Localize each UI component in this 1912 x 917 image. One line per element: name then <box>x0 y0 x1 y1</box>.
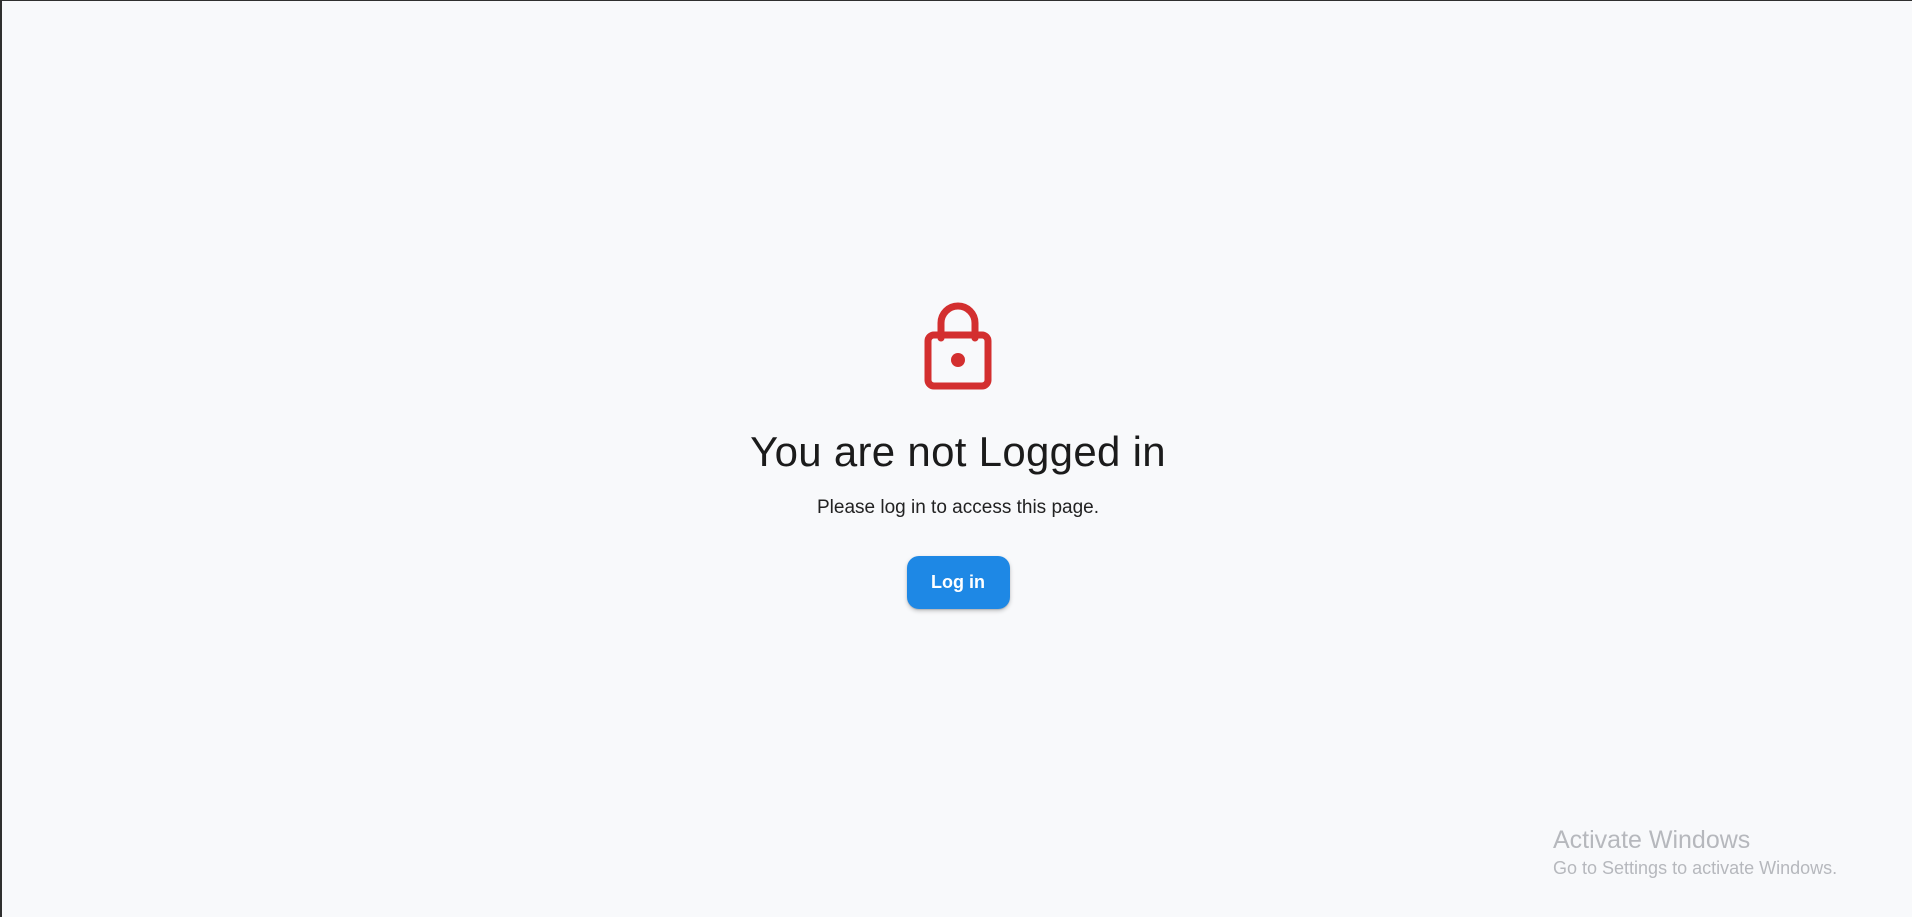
lock-icon <box>924 302 992 390</box>
access-message: Please log in to access this page. <box>816 497 1099 518</box>
page-title: You are not Logged in <box>750 428 1166 475</box>
not-logged-in-panel: You are not Logged in Please log in to a… <box>2 299 1912 609</box>
app-window: You are not Logged in Please log in to a… <box>0 0 1912 917</box>
login-button[interactable]: Log in <box>906 556 1010 609</box>
watermark-subtitle: Go to Settings to activate Windows. <box>1553 858 1838 878</box>
activation-watermark: Activate Windows Go to Settings to activ… <box>1553 824 1837 879</box>
watermark-title: Activate Windows <box>1553 826 1751 854</box>
